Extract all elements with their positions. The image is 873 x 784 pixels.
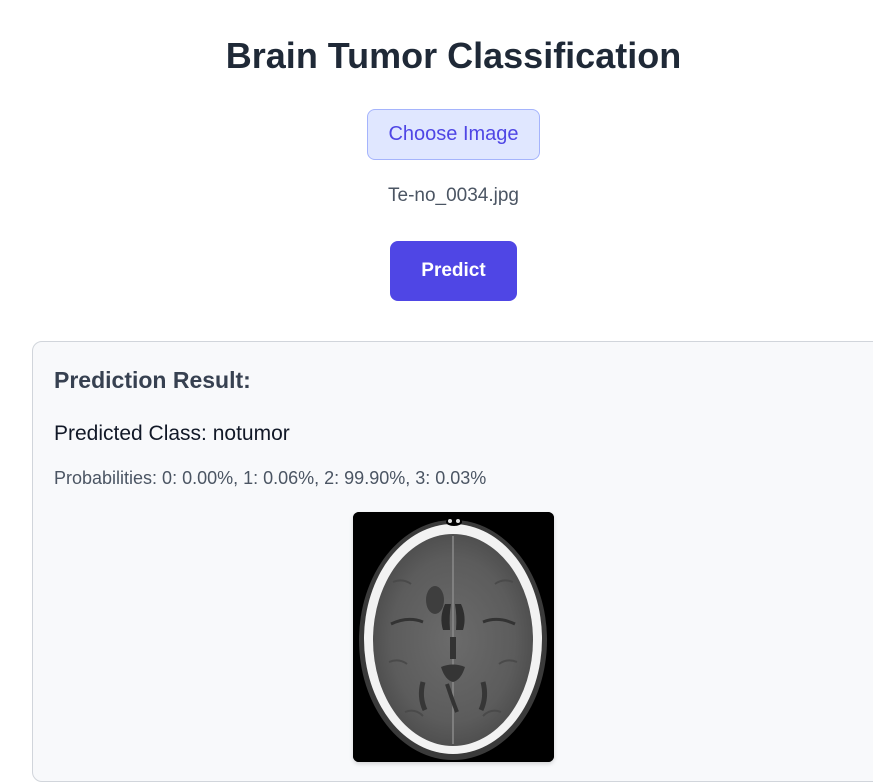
probabilities: Probabilities: 0: 0.00%, 1: 0.06%, 2: 99… xyxy=(54,468,487,488)
page-title: Brain Tumor Classification xyxy=(225,35,682,76)
choose-image-button[interactable]: Choose Image xyxy=(367,109,540,160)
prediction-result-card: Prediction Result: Predicted Class: notu… xyxy=(32,341,873,782)
brain-scan-image xyxy=(353,512,554,762)
predicted-class: Predicted Class: notumor xyxy=(54,422,290,445)
selected-filename: Te-no_0034.jpg xyxy=(388,185,519,206)
brain-scan-graphic xyxy=(353,512,554,762)
page: Brain Tumor Classification Choose Image … xyxy=(0,0,873,784)
result-heading: Prediction Result: xyxy=(54,367,251,393)
predict-button[interactable]: Predict xyxy=(390,241,517,301)
